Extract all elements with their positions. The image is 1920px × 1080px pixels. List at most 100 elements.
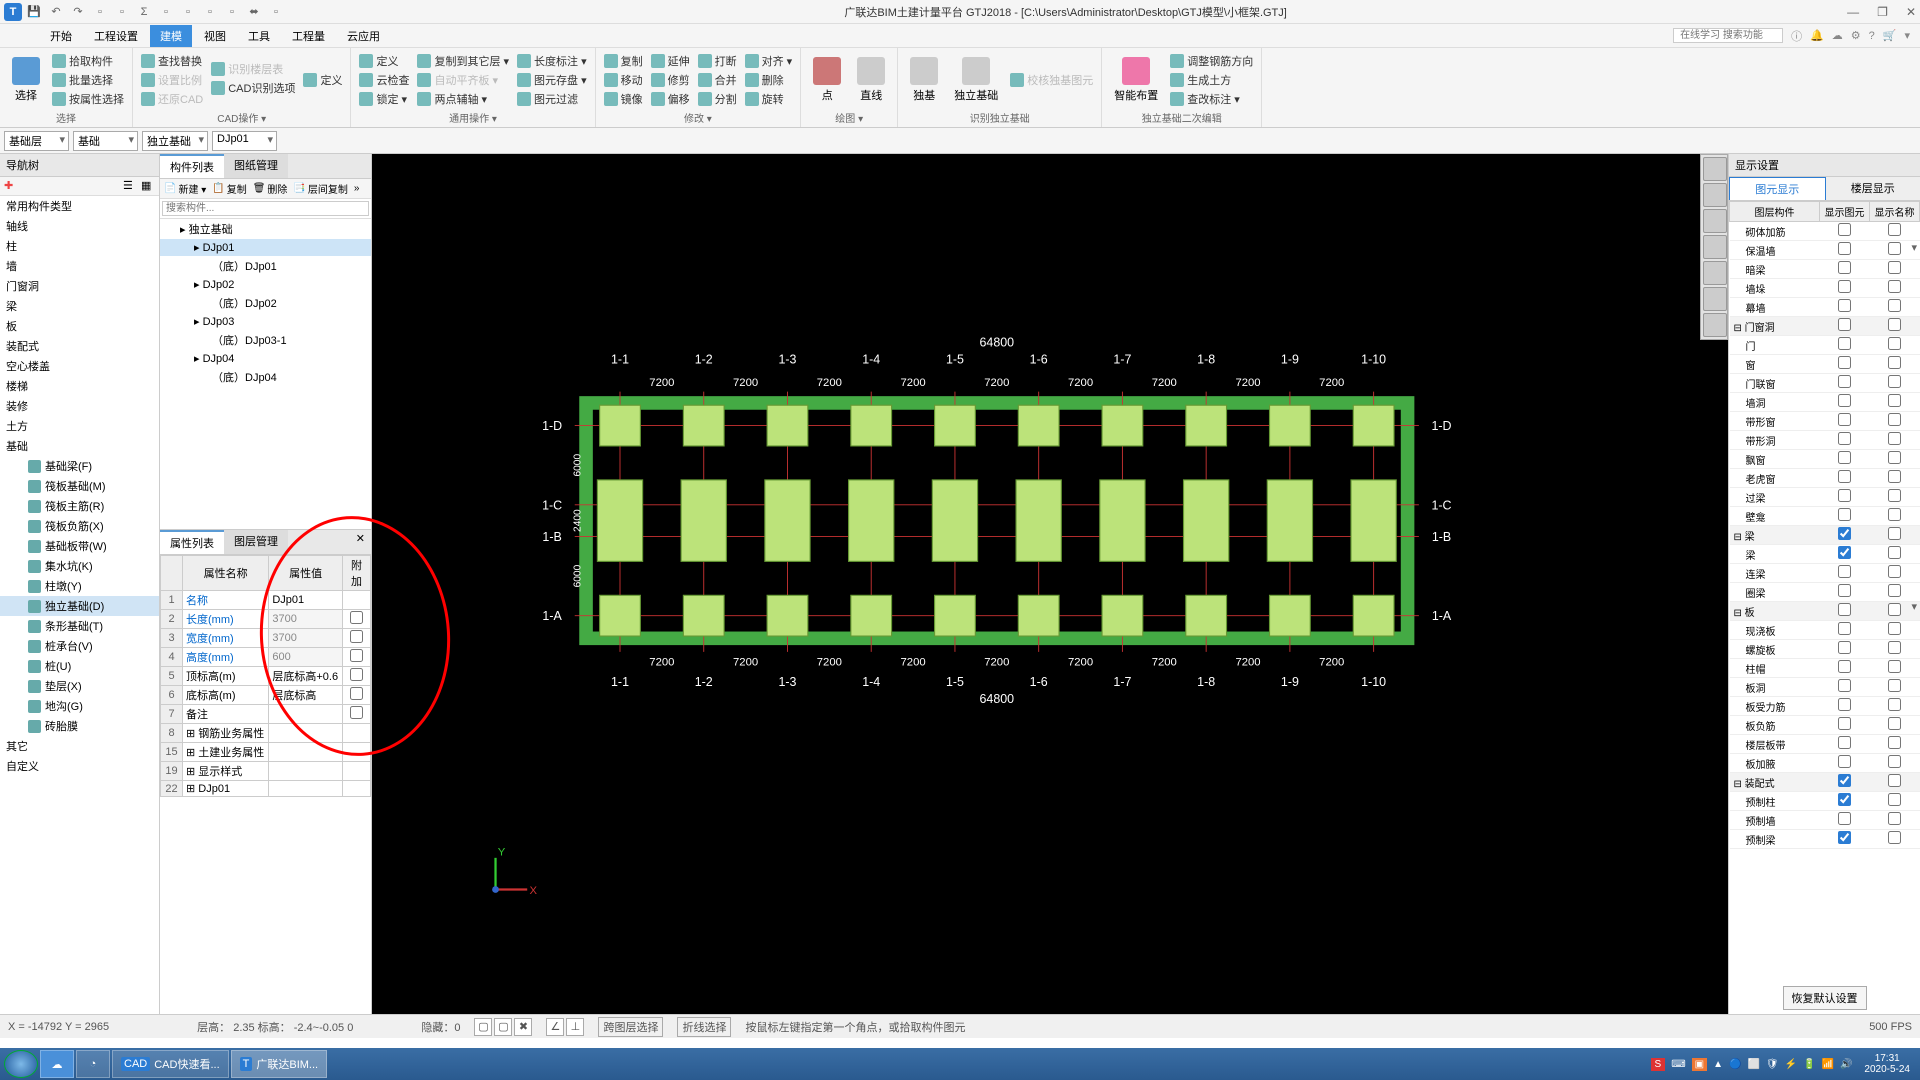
nav-item[interactable]: 梁 bbox=[0, 296, 159, 316]
tray-icon[interactable]: 🔊 bbox=[1840, 1059, 1852, 1070]
qat-icon[interactable]: Σ bbox=[136, 4, 152, 20]
rb[interactable]: 对齐 ▾ bbox=[743, 52, 795, 70]
start-button[interactable] bbox=[4, 1050, 38, 1078]
qat-icon[interactable]: ⬌ bbox=[246, 4, 262, 20]
comp-item[interactable]: （底）DJp01 bbox=[160, 256, 371, 276]
point-btn[interactable]: 点 bbox=[807, 55, 847, 105]
nav-item[interactable]: 柱墩(Y) bbox=[0, 576, 159, 596]
tab-layermgr[interactable]: 图层管理 bbox=[224, 530, 288, 554]
sb-btn[interactable]: ✖ bbox=[514, 1018, 532, 1036]
redo-icon[interactable]: ↷ bbox=[70, 4, 86, 20]
tab-drawmgr[interactable]: 图纸管理 bbox=[224, 154, 288, 178]
view-icon[interactable] bbox=[1703, 209, 1727, 233]
rb[interactable]: 长度标注 ▾ bbox=[515, 52, 589, 70]
del-btn[interactable]: 🗑 删除 bbox=[253, 181, 288, 196]
menu-tab[interactable]: 工程设置 bbox=[84, 25, 148, 47]
nav-item[interactable]: 柱 bbox=[0, 236, 159, 256]
view-icon[interactable] bbox=[1703, 287, 1727, 311]
save-icon[interactable]: 💾 bbox=[26, 4, 42, 20]
tab-props[interactable]: 属性列表 bbox=[160, 530, 224, 554]
prop-table[interactable]: 属性名称属性值附加1名称DJp012长度(mm)37003宽度(mm)37004… bbox=[160, 555, 371, 797]
task-item[interactable]: ☁ bbox=[40, 1050, 74, 1078]
cart-icon[interactable]: 🛒 bbox=[1883, 29, 1897, 42]
nav-item[interactable]: 空心楼盖 bbox=[0, 356, 159, 376]
nav-item[interactable]: 板 bbox=[0, 316, 159, 336]
comp-item[interactable]: ▸ DJp01 bbox=[160, 239, 371, 256]
tray-icon[interactable]: S bbox=[1651, 1058, 1666, 1071]
more-icon[interactable]: » bbox=[354, 183, 360, 194]
rb[interactable]: 偏移 bbox=[649, 90, 692, 108]
rb[interactable]: CAD识别选项 bbox=[209, 79, 297, 97]
rb[interactable]: 延伸 bbox=[649, 52, 692, 70]
rb[interactable]: 复制 bbox=[602, 52, 645, 70]
reset-button[interactable]: 恢复默认设置 bbox=[1783, 986, 1867, 1010]
menu-tab[interactable]: 建模 bbox=[150, 25, 192, 47]
menu-tab[interactable]: 工具 bbox=[238, 25, 280, 47]
close-icon[interactable]: ✕ bbox=[350, 530, 371, 554]
help2-icon[interactable]: ? bbox=[1869, 30, 1875, 42]
nav-item[interactable]: 楼梯 bbox=[0, 376, 159, 396]
new-btn[interactable]: 📄 新建 ▾ bbox=[164, 181, 206, 196]
menu-tab[interactable]: 云应用 bbox=[337, 25, 390, 47]
comp-item[interactable]: ▸ DJp04 bbox=[160, 350, 371, 367]
clock[interactable]: 17:312020-5-24 bbox=[1858, 1053, 1916, 1075]
smart-layout-btn[interactable]: 智能布置 bbox=[1108, 55, 1164, 105]
rb[interactable]: 移动 bbox=[602, 71, 645, 89]
rb[interactable]: 图元存盘 ▾ bbox=[515, 71, 589, 89]
pick-btn[interactable]: 拾取构件 bbox=[50, 52, 126, 70]
tray-icon[interactable]: 🔋 bbox=[1803, 1059, 1815, 1070]
rb[interactable]: 修剪 bbox=[649, 71, 692, 89]
task-item[interactable]: T广联达BIM... bbox=[231, 1050, 327, 1078]
cat-select[interactable]: 基础 bbox=[73, 131, 138, 151]
tray-icon[interactable]: ▲ bbox=[1713, 1059, 1723, 1070]
menu-tab[interactable]: 开始 bbox=[40, 25, 82, 47]
nav-item[interactable]: 筏板主筋(R) bbox=[0, 496, 159, 516]
nav-item[interactable]: 筏板基础(M) bbox=[0, 476, 159, 496]
nav-item[interactable]: 装修 bbox=[0, 396, 159, 416]
search-input[interactable] bbox=[1673, 28, 1783, 43]
comp-select[interactable]: DJp01 bbox=[212, 131, 277, 151]
nav-item[interactable]: 轴线 bbox=[0, 216, 159, 236]
rb[interactable]: 删除 bbox=[743, 71, 795, 89]
tray-icon[interactable]: ▣ bbox=[1692, 1058, 1707, 1071]
comp-item[interactable]: （底）DJp03-1 bbox=[160, 330, 371, 350]
nav-item[interactable]: 桩承台(V) bbox=[0, 636, 159, 656]
sb-btn[interactable]: ▢ bbox=[494, 1018, 512, 1036]
tray-icon[interactable]: 🔵 bbox=[1729, 1059, 1741, 1070]
nav-item[interactable]: 自定义 bbox=[0, 756, 159, 776]
sb-btn[interactable]: ⊥ bbox=[566, 1018, 584, 1036]
nav-item[interactable]: 独立基础(D) bbox=[0, 596, 159, 616]
rb[interactable]: 定义 bbox=[357, 52, 411, 70]
canvas[interactable]: 1-11-1720072001-21-2720072001-31-3720072… bbox=[372, 154, 1728, 1014]
nav-tree[interactable]: 常用构件类型轴线柱墙门窗洞梁板装配式空心楼盖楼梯装修土方基础基础梁(F)筏板基础… bbox=[0, 196, 159, 1014]
menu-tab[interactable]: 工程量 bbox=[282, 25, 335, 47]
tool-icon[interactable]: ✚ bbox=[4, 179, 18, 193]
nav-item[interactable]: 基础梁(F) bbox=[0, 456, 159, 476]
tray-icon[interactable]: 🛡 bbox=[1766, 1059, 1779, 1070]
qat-icon[interactable]: ▫ bbox=[158, 4, 174, 20]
view-icon[interactable] bbox=[1703, 261, 1727, 285]
rb[interactable]: 云检查 bbox=[357, 71, 411, 89]
rb[interactable]: 复制到其它层 ▾ bbox=[415, 52, 511, 70]
view-icon[interactable] bbox=[1703, 313, 1727, 337]
rb[interactable]: 定义 bbox=[301, 71, 344, 89]
sb-btn[interactable]: ∠ bbox=[546, 1018, 564, 1036]
rb[interactable]: 镜像 bbox=[602, 90, 645, 108]
view-icon[interactable] bbox=[1703, 183, 1727, 207]
select-button[interactable]: 选择 bbox=[6, 55, 46, 105]
rb[interactable]: 分割 bbox=[696, 90, 739, 108]
rb[interactable]: 两点辅轴 ▾ bbox=[415, 90, 511, 108]
minimize-icon[interactable]: — bbox=[1847, 5, 1859, 19]
nav-item[interactable]: 筏板负筋(X) bbox=[0, 516, 159, 536]
nav-item[interactable]: 基础 bbox=[0, 436, 159, 456]
rb[interactable]: 图元过滤 bbox=[515, 90, 589, 108]
comp-item[interactable]: ▸ DJp02 bbox=[160, 276, 371, 293]
tab-floordisplay[interactable]: 楼层显示 bbox=[1826, 177, 1920, 200]
qat-icon[interactable]: ▫ bbox=[224, 4, 240, 20]
undo-icon[interactable]: ↶ bbox=[48, 4, 64, 20]
nav-item[interactable]: 地沟(G) bbox=[0, 696, 159, 716]
rb[interactable]: 锁定 ▾ bbox=[357, 90, 411, 108]
comp-item[interactable]: （底）DJp02 bbox=[160, 293, 371, 313]
nav-item[interactable]: 土方 bbox=[0, 416, 159, 436]
floor-select[interactable]: 基础层 bbox=[4, 131, 69, 151]
